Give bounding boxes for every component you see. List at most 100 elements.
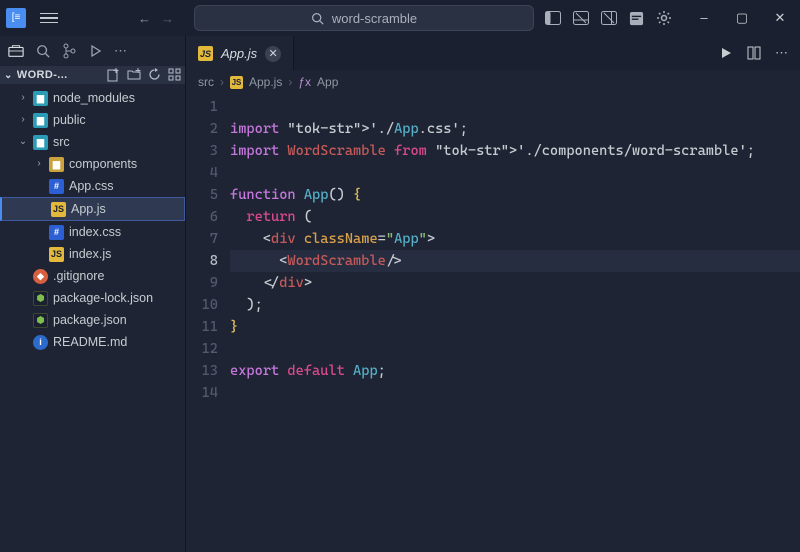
- tree-folder-public[interactable]: › ▆ public: [0, 109, 185, 131]
- sidebar-view-icons: ⋯: [0, 36, 185, 66]
- close-tab-icon[interactable]: ✕: [265, 46, 281, 62]
- code-lines[interactable]: import "tok-str">'./App.css';import Word…: [230, 96, 800, 552]
- breadcrumb-seg-1[interactable]: App.js: [249, 75, 282, 89]
- more-views-icon[interactable]: ⋯: [114, 43, 127, 59]
- tree-file-package-json[interactable]: ⬢ package.json: [0, 309, 185, 331]
- search-icon: [311, 12, 324, 25]
- breadcrumb-seg-2[interactable]: App: [317, 75, 338, 89]
- js-icon: JS: [49, 247, 64, 262]
- tree-folder-src[interactable]: ⌄ ▆ src: [0, 131, 185, 153]
- tree-file-app-js[interactable]: JSApp.js: [0, 197, 185, 221]
- twisty-icon: ›: [18, 89, 28, 107]
- code-line-2[interactable]: import "tok-str">'./App.css';: [230, 118, 800, 140]
- close-window-button[interactable]: ✕: [768, 10, 792, 26]
- sidebar: ⋯ ⌄ WORD-... › ▆ node_modules › ▆ public ⌄ ▆ src…: [0, 36, 186, 552]
- code-line-10[interactable]: );: [230, 294, 800, 316]
- tree-item-label: public: [53, 111, 86, 129]
- explorer-view-icon[interactable]: [8, 44, 24, 58]
- toggle-secondary-sidebar-icon[interactable]: [601, 11, 617, 25]
- code-line-14[interactable]: [230, 382, 800, 404]
- chevron-down-icon: ⌄: [4, 70, 13, 81]
- source-control-view-icon[interactable]: [62, 43, 76, 59]
- tree-file--gitignore[interactable]: ◆ .gitignore: [0, 265, 185, 287]
- tree-item-label: index.css: [69, 223, 121, 241]
- menu-button[interactable]: [40, 13, 58, 24]
- debug-view-icon[interactable]: [88, 44, 102, 58]
- editor-tabs: JS App.js ✕ ⋯: [186, 36, 800, 70]
- md-icon: i: [33, 335, 48, 350]
- search-view-icon[interactable]: [36, 44, 50, 58]
- tree-folder-components[interactable]: ›▆components: [0, 153, 185, 175]
- code-editor[interactable]: 1234567891011121314 import "tok-str">'./…: [186, 94, 800, 552]
- css-icon: #: [49, 179, 64, 194]
- tree-item-label: src: [53, 133, 70, 151]
- tree-file-index-css[interactable]: # index.css: [0, 221, 185, 243]
- run-button[interactable]: [719, 46, 733, 60]
- tree-item-label: README.md: [53, 333, 127, 351]
- code-line-12[interactable]: [230, 338, 800, 360]
- code-line-6[interactable]: return (: [230, 206, 800, 228]
- file-tree: ›▆node_modules›▆public⌄▆src›▆components#…: [0, 84, 185, 356]
- folder-icon: ▆: [33, 135, 48, 150]
- code-line-13[interactable]: export default App;: [230, 360, 800, 382]
- maximize-button[interactable]: ▢: [730, 10, 754, 26]
- code-line-9[interactable]: </div>: [230, 272, 800, 294]
- code-line-11[interactable]: }: [230, 316, 800, 338]
- workspace-name: WORD-...: [17, 69, 103, 81]
- new-file-icon[interactable]: [107, 68, 120, 82]
- tab-filename: App.js: [221, 46, 257, 61]
- toggle-panel-icon[interactable]: [573, 11, 589, 25]
- chevron-right-icon: ›: [220, 75, 224, 89]
- tree-item-label: package-lock.json: [53, 289, 153, 307]
- code-line-8[interactable]: <WordScramble/>: [230, 250, 800, 272]
- settings-gear-icon[interactable]: [656, 10, 672, 26]
- js-file-icon: JS: [198, 46, 213, 61]
- npm-icon: ⬢: [33, 291, 48, 306]
- twisty-icon: ›: [18, 111, 28, 129]
- tab-app-js[interactable]: JS App.js ✕: [186, 36, 294, 70]
- code-line-3[interactable]: import WordScramble from "tok-str">'./co…: [230, 140, 800, 162]
- tree-file-app-css[interactable]: # App.css: [0, 175, 185, 197]
- tree-item-label: node_modules: [53, 89, 135, 107]
- comments-icon[interactable]: [629, 11, 644, 26]
- code-line-7[interactable]: <div className="App">: [230, 228, 800, 250]
- minimize-button[interactable]: –: [692, 10, 716, 26]
- editor-group: JS App.js ✕ ⋯ src › JS App.js › ƒx App 1…: [186, 36, 800, 552]
- forward-button[interactable]: →: [161, 11, 174, 26]
- refresh-icon[interactable]: [148, 68, 161, 82]
- folder-icon: ▆: [33, 91, 48, 106]
- code-line-5[interactable]: function App() {: [230, 184, 800, 206]
- folder-y-icon: ▆: [49, 157, 64, 172]
- breadcrumb-seg-0[interactable]: src: [198, 75, 214, 89]
- search-text: word-scramble: [332, 11, 417, 26]
- breadcrumb[interactable]: src › JS App.js › ƒx App: [186, 70, 800, 94]
- tree-file-package-lock-json[interactable]: ⬢ package-lock.json: [0, 287, 185, 309]
- folder-icon: ▆: [33, 113, 48, 128]
- css-icon: #: [49, 225, 64, 240]
- function-icon: ƒx: [298, 75, 311, 89]
- tree-item-label: package.json: [53, 311, 127, 329]
- code-line-4[interactable]: [230, 162, 800, 184]
- tree-item-label: index.js: [69, 245, 111, 263]
- split-editor-icon[interactable]: [747, 46, 761, 60]
- toggle-primary-sidebar-icon[interactable]: [545, 11, 561, 25]
- tree-item-label: .gitignore: [53, 267, 104, 285]
- npm-icon: ⬢: [33, 313, 48, 328]
- code-line-1[interactable]: [230, 96, 800, 118]
- collapse-all-icon[interactable]: [168, 68, 181, 82]
- back-button[interactable]: ←: [138, 11, 151, 26]
- command-center[interactable]: word-scramble: [194, 5, 534, 31]
- tree-file-index-js[interactable]: JS index.js: [0, 243, 185, 265]
- app-logo-icon: [6, 8, 26, 28]
- window-controls: – ▢ ✕: [692, 10, 792, 26]
- chevron-right-icon: ›: [288, 75, 292, 89]
- explorer-header[interactable]: ⌄ WORD-...: [0, 66, 185, 84]
- tree-item-label: App.css: [69, 177, 113, 195]
- twisty-icon: ⌄: [18, 133, 28, 151]
- line-gutter: 1234567891011121314: [186, 96, 230, 552]
- tree-file-readme-md[interactable]: i README.md: [0, 331, 185, 353]
- new-folder-icon[interactable]: [127, 68, 141, 82]
- git-icon: ◆: [33, 269, 48, 284]
- tree-folder-node-modules[interactable]: › ▆ node_modules: [0, 87, 185, 109]
- more-editor-actions-icon[interactable]: ⋯: [775, 45, 788, 61]
